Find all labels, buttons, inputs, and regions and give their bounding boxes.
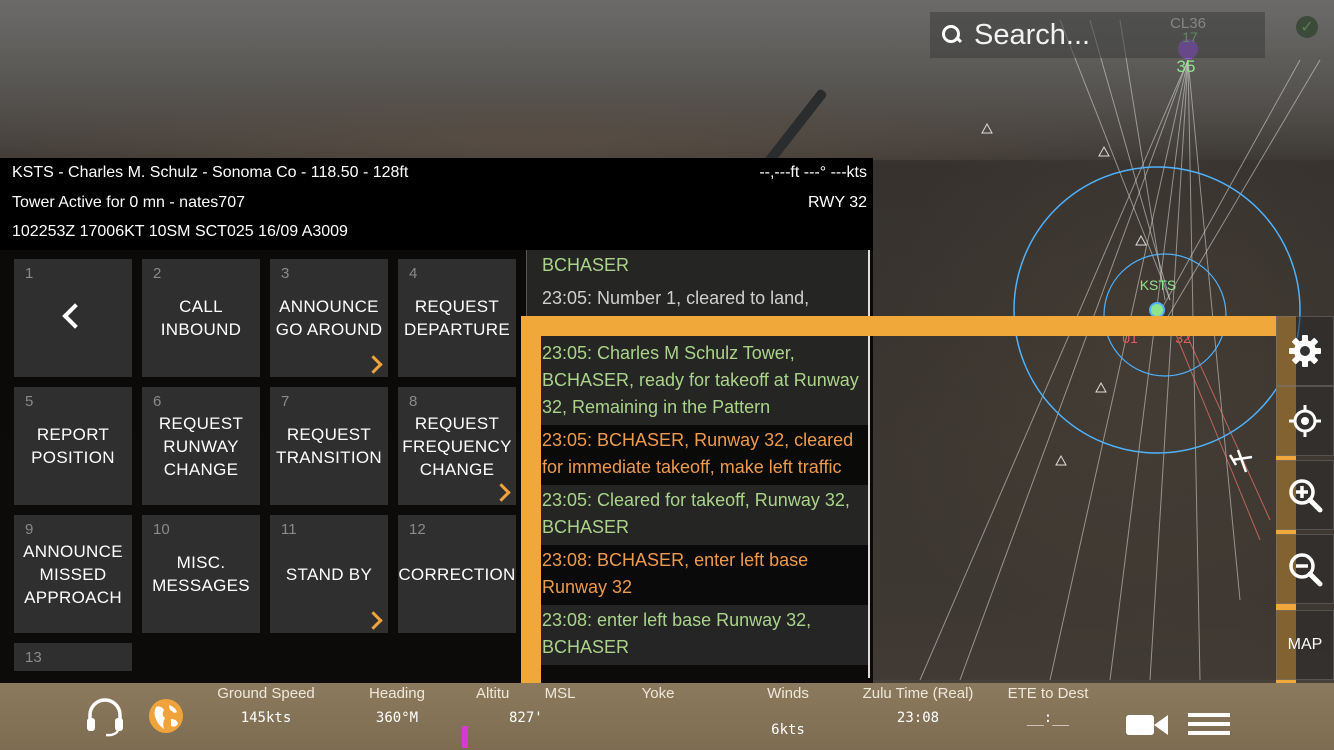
altitude-readout: Altitu 827' (476, 685, 546, 726)
instrument-bar: Ground Speed 145kts Heading 360°M Altitu… (0, 683, 1334, 750)
map-button-label: MAP (1287, 636, 1323, 653)
atc-button-label: CORRECTION (398, 564, 516, 584)
zoom-out-icon (1289, 553, 1323, 587)
altitude-indicator-bar (462, 726, 468, 748)
search-icon (942, 25, 963, 45)
center-location-button[interactable] (1276, 386, 1334, 456)
map-toggle-button[interactable]: MAP (1276, 610, 1334, 680)
check-icon[interactable]: ✓ (1296, 16, 1318, 38)
atc-frequency-line: KSTS - Charles M. Schulz - Sonoma Co - 1… (12, 164, 409, 181)
yoke-label: Yoke (641, 685, 675, 702)
atc-message-log[interactable]: BCHASER 23:05: Number 1, cleared to land,… (526, 250, 870, 678)
atc-panel: KSTS - Charles M. Schulz - Sonoma Co - 1… (0, 158, 873, 683)
atc-button-label: REPORT POSITION (31, 425, 115, 467)
winds-readout: Winds 6kts (755, 685, 821, 738)
atc-button-label: REQUEST RUNWAY CHANGE (158, 413, 244, 479)
heading-label: Heading (369, 685, 425, 702)
atc-button-6[interactable]: 6 REQUEST RUNWAY CHANGE (142, 387, 260, 505)
atc-message: 23:05: Cleared for takeoff, Runway 32, B… (527, 485, 870, 545)
globe-icon[interactable] (147, 697, 185, 735)
search-bar[interactable]: Search... (930, 12, 1265, 58)
atc-altitude-readout: --,---ft ---° ---kts (759, 164, 867, 181)
gear-icon (1289, 335, 1321, 367)
atc-button-label: REQUEST TRANSITION (276, 425, 382, 467)
zoom-in-button[interactable] (1276, 460, 1334, 530)
headset-icon[interactable] (84, 695, 126, 737)
atc-metar-line: 102253Z 17006KT 10SM SCT025 16/09 A3009 (12, 223, 348, 240)
atc-button-number: 1 (25, 265, 34, 282)
atc-message: 23:05: Number 1, cleared to land, (527, 283, 870, 316)
atc-button-11[interactable]: 11 STAND BY (270, 515, 388, 633)
atc-button-2[interactable]: 2 CALL INBOUND (142, 259, 260, 377)
atc-button-12[interactable]: 12 CORRECTION (398, 515, 516, 633)
ground-speed-value: 145kts (240, 710, 292, 726)
winds-label: Winds (767, 685, 809, 702)
crosshair-icon (1289, 405, 1321, 437)
ete-readout: ETE to Dest __:__ (1000, 685, 1096, 726)
atc-message: BCHASER (527, 250, 870, 283)
atc-button-7[interactable]: 7 REQUEST TRANSITION (270, 387, 388, 505)
ete-label: ETE to Dest (1007, 685, 1089, 702)
msl-label: MSL (544, 685, 576, 702)
atc-button-number: 13 (25, 649, 42, 666)
atc-button-label: REQUEST DEPARTURE (404, 297, 510, 339)
atc-message: 23:08: enter left base Runway 32, BCHASE… (527, 605, 870, 665)
zoom-out-button[interactable] (1276, 534, 1334, 604)
ete-value: __:__ (1026, 710, 1070, 726)
menu-icon[interactable] (1188, 713, 1230, 735)
altitude-label: Altitu (476, 685, 510, 702)
ground-speed-label: Ground Speed (217, 685, 315, 702)
atc-runway-readout: RWY 32 (808, 194, 867, 211)
atc-button-1[interactable]: 1 (14, 259, 132, 377)
atc-button-8[interactable]: 8 REQUEST FREQUENCY CHANGE (398, 387, 516, 505)
atc-message (527, 316, 870, 338)
atc-button-13[interactable]: 13 (14, 643, 132, 671)
atc-message: 23:05: Charles M Schulz Tower, BCHASER, … (527, 338, 870, 425)
atc-button-9[interactable]: 9 ANNOUNCE MISSED APPROACH (14, 515, 132, 633)
settings-button[interactable] (1276, 316, 1334, 386)
winds-value: 6kts (771, 722, 805, 738)
mountain-ridge (0, 70, 1334, 160)
atc-button-label: ANNOUNCE MISSED APPROACH (23, 541, 123, 607)
atc-header: KSTS - Charles M. Schulz - Sonoma Co - 1… (0, 158, 873, 250)
atc-button-label: CALL INBOUND (160, 297, 242, 339)
terrain (870, 160, 1334, 680)
ground-speed-readout: Ground Speed 145kts (210, 685, 322, 726)
back-chevron-icon (62, 303, 88, 329)
atc-button-label: MISC. MESSAGES (152, 553, 250, 595)
yoke-readout: Yoke (628, 685, 688, 702)
zoom-in-icon (1289, 479, 1323, 513)
heading-readout: Heading 360°M (357, 685, 437, 726)
atc-button-4[interactable]: 4 REQUEST DEPARTURE (398, 259, 516, 377)
atc-message: 23:05: BCHASER, Runway 32, cleared for i… (527, 425, 870, 485)
message-log-scrollbar[interactable] (868, 250, 870, 678)
altitude-value: 827' (509, 710, 543, 726)
atc-button-5[interactable]: 5 REPORT POSITION (14, 387, 132, 505)
zulu-time-value: 23:08 (896, 710, 940, 726)
msl-label-block: MSL (540, 685, 580, 702)
camera-icon[interactable] (1126, 711, 1168, 739)
heading-value: 360°M (375, 710, 419, 726)
atc-button-3[interactable]: 3 ANNOUNCE GO AROUND (270, 259, 388, 377)
atc-message: 23:08: BCHASER, enter left base Runway 3… (527, 545, 870, 605)
search-placeholder: Search... (974, 18, 1091, 51)
atc-status-line: Tower Active for 0 mn - nates707 (12, 194, 245, 211)
zulu-time-label: Zulu Time (Real) (862, 685, 974, 702)
zulu-time-readout: Zulu Time (Real) 23:08 (855, 685, 981, 726)
atc-button-10[interactable]: 10 MISC. MESSAGES (142, 515, 260, 633)
